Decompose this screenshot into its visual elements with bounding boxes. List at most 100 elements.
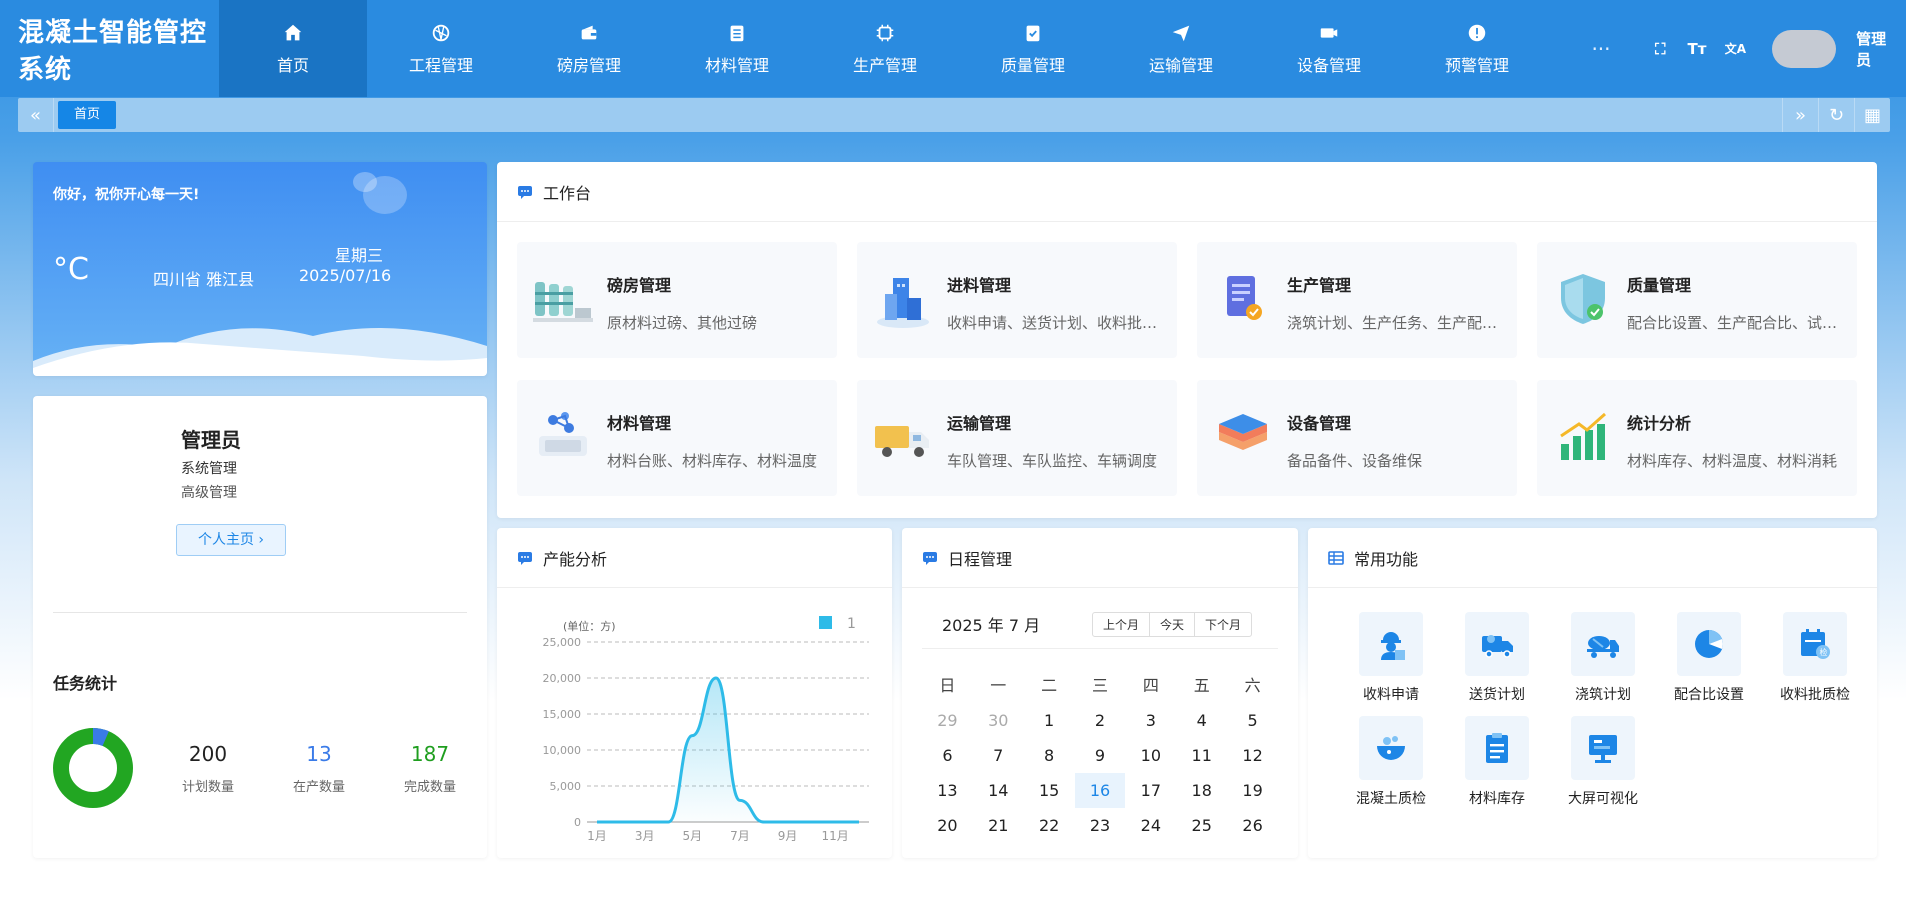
card-device[interactable]: 设备管理 备品备件、设备维保 [1197,380,1517,496]
chip-icon [876,24,894,41]
today-button[interactable]: 今天 [1150,613,1196,636]
card-transport[interactable]: 运输管理 车队管理、车队监控、车辆调度 [857,380,1177,496]
panel-header: 产能分析 [497,528,892,588]
calendar-day-today[interactable]: 16 [1074,773,1126,808]
calendar-day[interactable]: 1 [1024,703,1075,738]
func-receive-apply[interactable]: 收料申请 [1338,612,1444,704]
screen-icon [1589,735,1617,763]
func-material-stock[interactable]: 材料库存 [1444,716,1550,808]
func-concrete-inspection[interactable]: 混凝土质检 [1338,716,1444,808]
scroll-left-icon[interactable]: « [18,98,54,132]
refresh-icon[interactable]: ↻ [1818,98,1854,132]
stat-in-production: 13 在产数量 [274,742,364,795]
prev-month-button[interactable]: 上个月 [1093,613,1151,636]
translate-icon[interactable]: 文A [1724,40,1746,57]
panel-title: 工作台 [543,183,592,203]
x-tick-label: 5月 [682,829,702,843]
calendar-day[interactable]: 30 [973,703,1024,738]
func-pouring-plan[interactable]: 浇筑计划 [1550,612,1656,704]
card-statistics[interactable]: 统计分析 材料库存、材料温度、材料消耗 [1537,380,1857,496]
calendar-day[interactable]: 8 [1024,738,1075,773]
nav-item-production[interactable]: 生产管理 [811,0,959,97]
nav-item-device[interactable]: 设备管理 [1255,0,1403,97]
calendar-day[interactable]: 7 [973,738,1024,773]
calendar-day[interactable]: 4 [1176,703,1227,738]
stat-label: 在产数量 [292,780,345,795]
stat-completed: 187 完成数量 [385,742,475,795]
calendar-day[interactable]: 19 [1227,773,1278,808]
nav-label: 材料管理 [704,55,769,75]
nav-item-weighbridge[interactable]: 磅房管理 [515,0,663,97]
calendar-day[interactable]: 12 [1227,738,1278,773]
nav-item-project[interactable]: 工程管理 [367,0,515,97]
calendar-day[interactable]: 17 [1125,773,1176,808]
tab-home[interactable]: 首页 [58,101,117,129]
card-title: 质量管理 [1627,276,1692,295]
bowl-icon [1377,736,1405,760]
card-title: 设备管理 [1287,414,1352,433]
nav-item-transport[interactable]: 运输管理 [1107,0,1255,97]
grid-menu-icon[interactable]: ▦ [1854,98,1890,132]
schedule-panel: 日程管理 2025 年 7 月 上个月 今天 下个月 日一二三四五六 29 30 1 2… [902,528,1298,858]
stat-value: 200 [188,742,228,766]
calendar-day[interactable]: 5 [1227,703,1278,738]
nav-item-alert[interactable]: 预警管理 [1403,0,1551,97]
calendar-day[interactable]: 2 [1075,703,1126,738]
workbench-cards: 磅房管理 原材料过磅、其他过磅 进料管理 收料申请、送货计划、收料批质检 生产管… [497,222,1877,496]
card-quality[interactable]: 质量管理 配合比设置、生产配合比、试验管理 [1537,242,1857,358]
card-production[interactable]: 生产管理 浇筑计划、生产任务、生产配合比 [1197,242,1517,358]
calendar-day[interactable]: 18 [1176,773,1227,808]
calendar-day[interactable]: 15 [1024,773,1075,808]
calendar-day[interactable]: 10 [1125,738,1176,773]
func-delivery-plan[interactable]: 送货计划 [1444,612,1550,704]
nav-item-quality[interactable]: 质量管理 [959,0,1107,97]
y-tick-label: 20,000 [543,672,582,685]
calendar-day[interactable]: 25 [1176,808,1227,843]
func-batch-inspection[interactable]: 检 收料批质检 [1762,612,1868,704]
scroll-right-icon[interactable]: » [1782,98,1818,132]
divider [53,612,467,613]
func-label: 收料批质检 [1780,687,1850,703]
next-month-button[interactable]: 下个月 [1195,613,1251,636]
card-incoming[interactable]: 进料管理 收料申请、送货计划、收料批质检 [857,242,1177,358]
calendar-day[interactable]: 21 [973,808,1024,843]
card-weighbridge[interactable]: 磅房管理 原材料过磅、其他过磅 [517,242,837,358]
calendar-day[interactable]: 26 [1227,808,1278,843]
calendar-day[interactable]: 3 [1125,703,1176,738]
panel-header: 日程管理 [902,528,1298,588]
avatar[interactable] [1772,29,1837,68]
buildings-icon [877,278,929,328]
main-nav: 首页 工程管理 磅房管理 材料管理 生产管理 质量管理 运输管理 设备管理 预警… [218,0,1651,97]
personal-home-button[interactable]: 个人主页 › [176,524,286,556]
header-username[interactable]: 管理员 [1856,28,1894,70]
func-label: 浇筑计划 [1575,687,1631,703]
calendar-day[interactable]: 13 [922,773,973,808]
func-big-screen[interactable]: 大屏可视化 [1550,716,1656,808]
calendar-day[interactable]: 11 [1176,738,1227,773]
calendar-day[interactable]: 29 [922,703,973,738]
stat-value: 187 [410,742,450,766]
calendar-day[interactable]: 24 [1125,808,1176,843]
fullscreen-icon[interactable]: ⛶ [1651,40,1670,58]
divider [922,648,1278,649]
legend-swatch[interactable] [819,616,832,629]
calendar-day[interactable]: 23 [1075,808,1126,843]
nav-more-button[interactable]: ··· [1551,0,1651,97]
calendar-day[interactable]: 9 [1075,738,1126,773]
font-size-icon[interactable]: Tт [1687,40,1706,58]
calendar-day[interactable]: 22 [1024,808,1075,843]
nav-item-material[interactable]: 材料管理 [663,0,811,97]
nav-label: 设备管理 [1296,55,1361,75]
tabs-bar: « 首页 » ↻ ▦ [18,98,1890,132]
calendar-day[interactable]: 14 [973,773,1024,808]
nav-item-home[interactable]: 首页 [218,0,367,97]
card-desc: 备品备件、设备维保 [1287,452,1423,470]
nav-label: 生产管理 [852,55,917,75]
worker-icon [1381,632,1405,660]
calendar-day[interactable]: 20 [922,808,973,843]
x-tick-label: 9月 [778,829,798,843]
top-bar: 混凝土智能管控系统 首页 工程管理 磅房管理 材料管理 生产管理 质量管理 运输… [0,0,1906,97]
func-mix-ratio[interactable]: 配合比设置 [1656,612,1762,704]
calendar-day[interactable]: 6 [922,738,973,773]
card-material[interactable]: 材料管理 材料台账、材料库存、材料温度 [517,380,837,496]
